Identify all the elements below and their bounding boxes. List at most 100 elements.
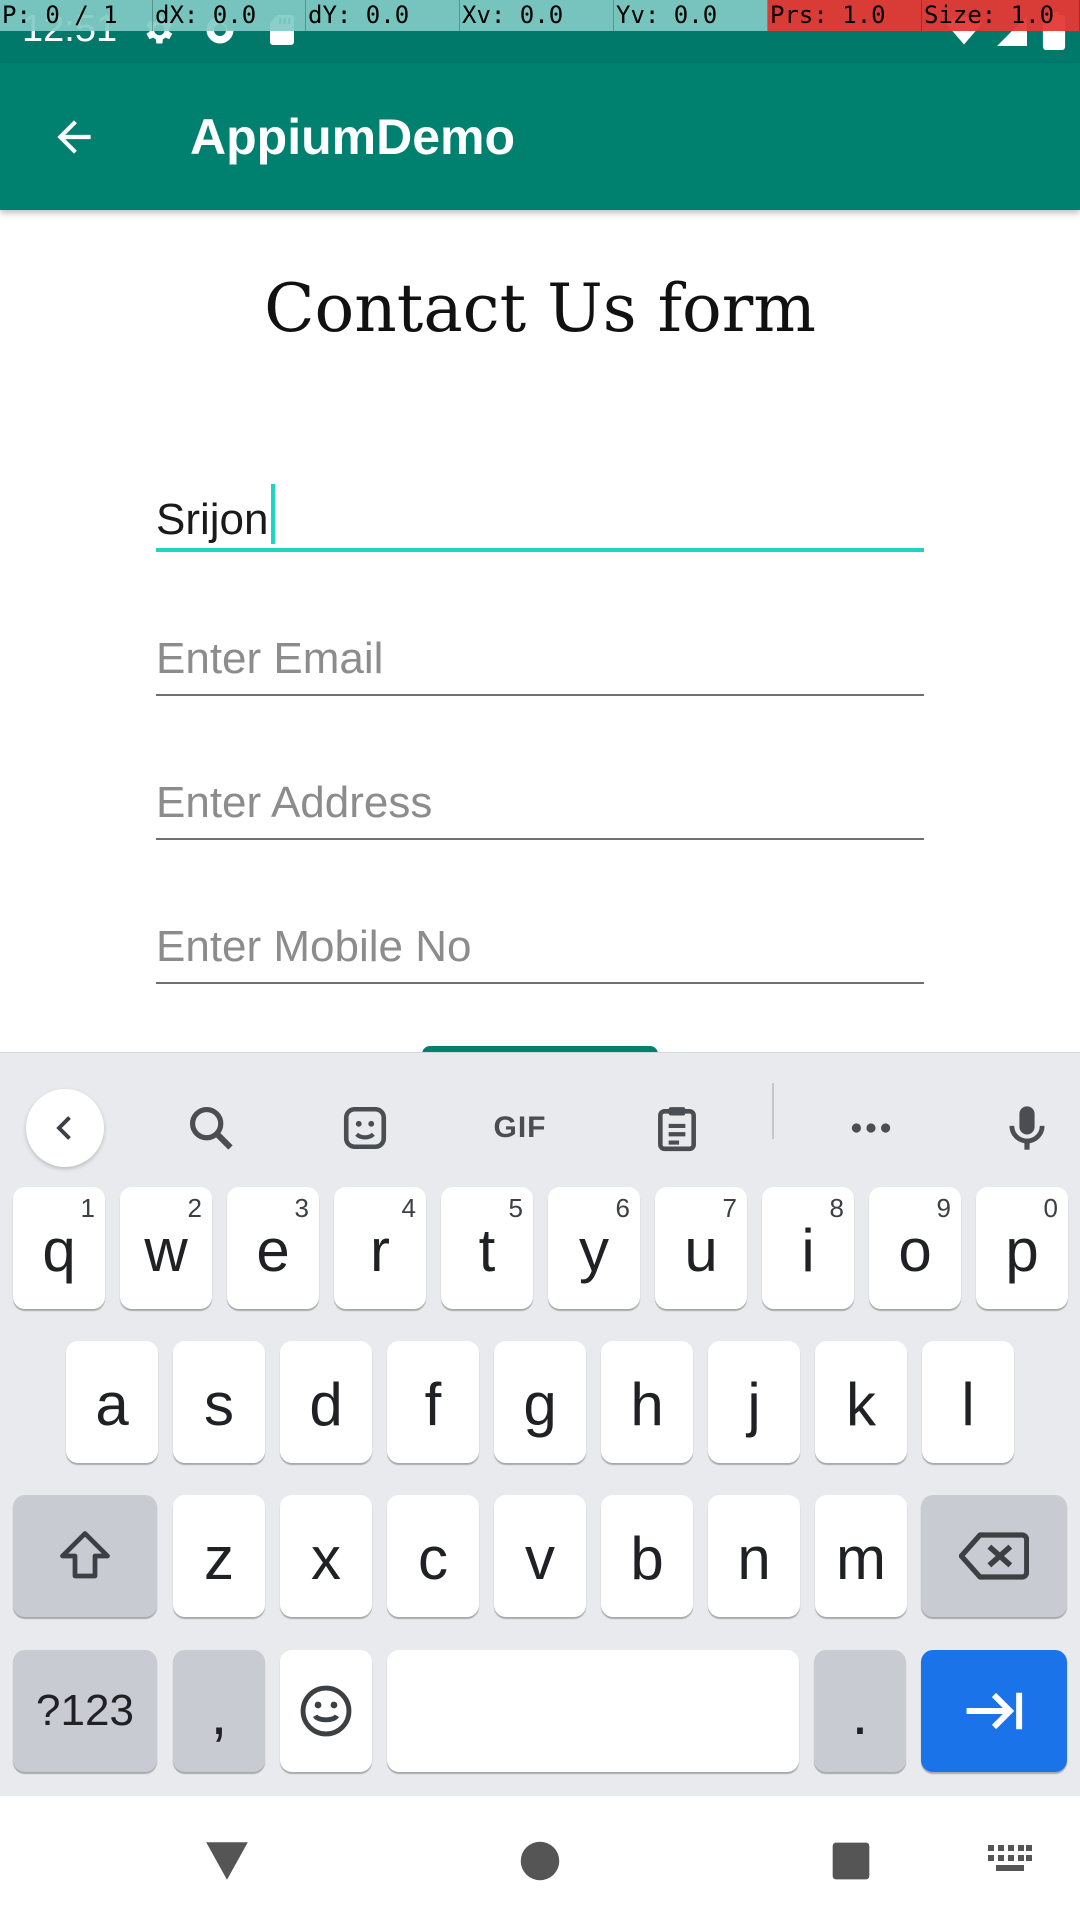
key-m[interactable]: m: [815, 1495, 907, 1617]
nav-home-button[interactable]: [505, 1826, 575, 1896]
key-a[interactable]: a: [66, 1341, 158, 1463]
name-value: Srijon: [156, 484, 275, 545]
nav-back-triangle-icon: [206, 1842, 248, 1880]
key-label: d: [309, 1370, 343, 1438]
keyboard-collapse-button[interactable]: [26, 1089, 104, 1167]
key-label: c: [418, 1524, 448, 1592]
email-field[interactable]: [156, 624, 924, 696]
key-y[interactable]: 6y: [548, 1187, 640, 1309]
keyboard-icon: [988, 1845, 1032, 1871]
address-input[interactable]: [156, 768, 924, 838]
backspace-key[interactable]: [921, 1495, 1067, 1617]
key-label: l: [961, 1370, 975, 1438]
nav-home-circle-icon: [520, 1841, 560, 1881]
shift-key[interactable]: [13, 1495, 157, 1617]
soft-keyboard: GIF 1q2w3e4r5t6y7u8i9o0p asdfghjkl zxcvb…: [0, 1052, 1080, 1796]
key-hint: 8: [829, 1193, 844, 1223]
key-label: y: [579, 1216, 609, 1284]
comma-key[interactable]: ,: [173, 1650, 265, 1772]
mobile-field[interactable]: [156, 912, 924, 984]
key-label: e: [256, 1216, 290, 1284]
nav-keyboard-switcher-button[interactable]: [975, 1826, 1045, 1896]
key-q[interactable]: 1q: [13, 1187, 105, 1309]
space-key[interactable]: [387, 1650, 799, 1772]
key-label: k: [846, 1370, 876, 1438]
pointer-pressure: Prs: 1.0: [768, 0, 922, 31]
symbols-key-label: ?123: [36, 1686, 134, 1735]
key-i[interactable]: 8i: [762, 1187, 854, 1309]
key-o[interactable]: 9o: [869, 1187, 961, 1309]
key-e[interactable]: 3e: [227, 1187, 319, 1309]
keyboard-toolbar: GIF: [0, 1053, 1080, 1171]
back-button[interactable]: [36, 99, 112, 175]
nav-recents-square-icon: [832, 1842, 870, 1880]
pointer-xv: Xv: 0.0: [460, 0, 614, 31]
key-label: h: [630, 1370, 664, 1438]
emoji-icon: [300, 1685, 352, 1737]
keyboard-voice-button[interactable]: [992, 1093, 1062, 1163]
key-d[interactable]: d: [280, 1341, 372, 1463]
keyboard-search-button[interactable]: [176, 1093, 246, 1163]
key-hint: 1: [80, 1193, 95, 1223]
key-v[interactable]: v: [494, 1495, 586, 1617]
key-s[interactable]: s: [173, 1341, 265, 1463]
toolbar-divider: [772, 1083, 774, 1139]
key-w[interactable]: 2w: [120, 1187, 212, 1309]
nav-back-button[interactable]: [192, 1826, 262, 1896]
key-hint: 2: [187, 1193, 202, 1223]
address-field[interactable]: [156, 768, 924, 840]
key-u[interactable]: 7u: [655, 1187, 747, 1309]
gif-label: GIF: [493, 1111, 547, 1144]
key-hint: 0: [1043, 1193, 1058, 1223]
key-p[interactable]: 0p: [976, 1187, 1068, 1309]
tab-next-icon: [966, 1692, 1023, 1730]
pointer-location-overlay: P: 0 / 1 dX: 0.0 dY: 0.0 Xv: 0.0 Yv: 0.0…: [0, 0, 1080, 31]
key-x[interactable]: x: [280, 1495, 372, 1617]
period-key-label: .: [851, 1679, 869, 1747]
name-field[interactable]: Srijon: [156, 480, 924, 552]
key-f[interactable]: f: [387, 1341, 479, 1463]
key-c[interactable]: c: [387, 1495, 479, 1617]
key-label: w: [144, 1216, 188, 1284]
sticker-icon: [343, 1106, 387, 1150]
key-t[interactable]: 5t: [441, 1187, 533, 1309]
emoji-key[interactable]: [280, 1650, 372, 1772]
key-l[interactable]: l: [922, 1341, 1014, 1463]
key-label: t: [478, 1216, 496, 1284]
key-z[interactable]: z: [173, 1495, 265, 1617]
key-label: n: [737, 1524, 771, 1592]
key-label: g: [523, 1370, 557, 1438]
key-label: a: [95, 1370, 129, 1438]
key-j[interactable]: j: [708, 1341, 800, 1463]
email-input[interactable]: [156, 624, 924, 694]
key-hint: 3: [294, 1193, 309, 1223]
key-b[interactable]: b: [601, 1495, 693, 1617]
key-hint: 9: [936, 1193, 951, 1223]
key-hint: 4: [401, 1193, 416, 1223]
key-label: b: [630, 1524, 664, 1592]
key-label: i: [801, 1216, 815, 1284]
key-k[interactable]: k: [815, 1341, 907, 1463]
comma-key-label: ,: [210, 1679, 228, 1747]
chevron-left-icon: [56, 1116, 71, 1140]
key-g[interactable]: g: [494, 1341, 586, 1463]
nav-recents-button[interactable]: [816, 1826, 886, 1896]
keyboard-clipboard-button[interactable]: [642, 1093, 712, 1163]
next-field-key[interactable]: [921, 1650, 1067, 1772]
key-label: f: [424, 1370, 442, 1438]
form-title: Contact Us form: [264, 270, 816, 347]
key-label: j: [747, 1370, 761, 1438]
arrow-back-icon: [57, 120, 91, 154]
navigation-bar: [0, 1796, 1080, 1920]
keyboard-gif-button[interactable]: GIF: [484, 1093, 556, 1163]
keyboard-more-button[interactable]: [836, 1093, 906, 1163]
key-n[interactable]: n: [708, 1495, 800, 1617]
key-label: s: [204, 1370, 234, 1438]
period-key[interactable]: .: [814, 1650, 906, 1772]
mobile-input[interactable]: [156, 912, 924, 982]
keyboard-sticker-button[interactable]: [330, 1093, 400, 1163]
backspace-icon: [959, 1532, 1029, 1580]
symbols-key[interactable]: ?123: [13, 1650, 157, 1772]
key-r[interactable]: 4r: [334, 1187, 426, 1309]
key-h[interactable]: h: [601, 1341, 693, 1463]
